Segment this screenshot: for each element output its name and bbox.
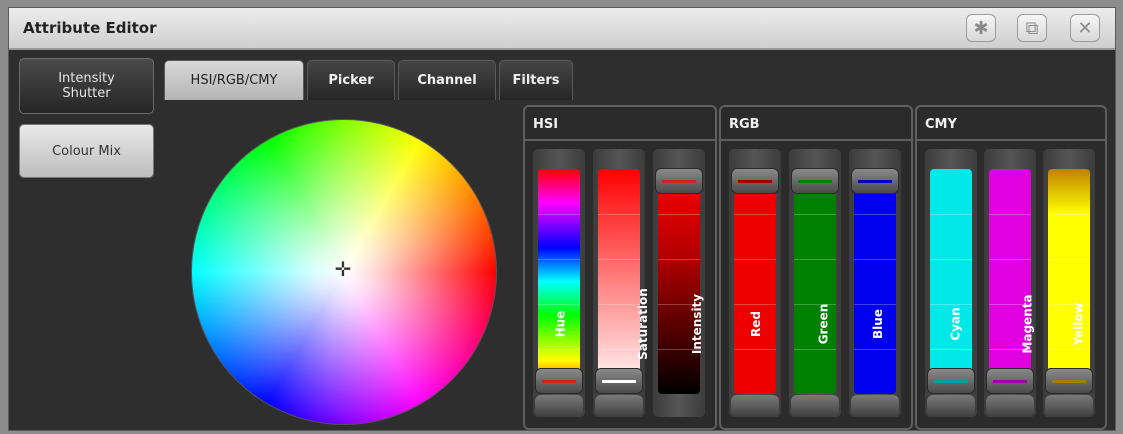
saturation-fader[interactable]: Saturation: [593, 149, 650, 417]
fader-gridline: [794, 214, 836, 215]
yellow-fader[interactable]: Yellow: [1043, 149, 1095, 417]
tab-label: Filters: [512, 73, 560, 88]
fader-label: Green: [816, 303, 831, 345]
panel-title: RGB: [721, 107, 911, 141]
tab-filters[interactable]: Filters: [499, 60, 573, 100]
green-knob[interactable]: [791, 168, 839, 195]
fader-gridline: [989, 214, 1031, 215]
cmy-panel: CMY Cyan Magenta Yellow: [915, 105, 1107, 430]
panel-title: CMY: [917, 107, 1105, 141]
green-fader[interactable]: Green: [789, 149, 841, 417]
tab-hsi-rgb-cmy[interactable]: HSI/RGB/CMY: [164, 60, 304, 100]
fader-gridline: [598, 214, 640, 215]
blue-knob[interactable]: [851, 168, 899, 195]
fader-label: Yellow: [1071, 302, 1086, 346]
fader-endcap: [986, 395, 1034, 417]
fader-endcap: [851, 395, 899, 417]
window-title: Attribute Editor: [23, 19, 157, 37]
tab-picker[interactable]: Picker: [307, 60, 395, 100]
intensity-label-box: Intensity: [667, 259, 704, 389]
tab-label: Picker: [328, 73, 374, 88]
fader-label: Red: [748, 311, 763, 337]
hsi-panel: HSI Hue Saturation Intensity: [523, 105, 717, 430]
magenta-fader[interactable]: Magenta: [984, 149, 1036, 417]
fader-endcap: [595, 395, 643, 417]
red-fader[interactable]: Red: [729, 149, 781, 417]
red-label-box: Red: [743, 259, 767, 389]
sidebar-item-label: Colour Mix: [52, 143, 121, 159]
fader-gridline: [930, 214, 972, 215]
blue-label-box: Blue: [863, 259, 887, 389]
fader-label: Cyan: [948, 307, 963, 341]
crosshair-icon[interactable]: ✛: [332, 258, 354, 280]
fader-endcap: [535, 395, 583, 417]
yellow-knob[interactable]: [1045, 367, 1093, 394]
magenta-knob[interactable]: [986, 367, 1034, 394]
fader-endcap: [731, 395, 779, 417]
tab-channel[interactable]: Channel: [398, 60, 496, 100]
settings-button[interactable]: ✱: [966, 14, 996, 42]
fader-gridline: [658, 214, 700, 215]
close-icon: ✕: [1077, 17, 1093, 39]
panel-title: HSI: [525, 107, 715, 141]
green-label-box: Green: [803, 259, 831, 389]
fader-label: Magenta: [1020, 294, 1035, 354]
close-button[interactable]: ✕: [1070, 14, 1100, 42]
cyan-knob[interactable]: [927, 367, 975, 394]
red-knob[interactable]: [731, 168, 779, 195]
fader-endcap: [927, 395, 975, 417]
fader-endcap: [791, 395, 839, 417]
attribute-editor-window: Attribute Editor ✱ ⧉ ✕ Intensity Shutter…: [8, 7, 1116, 431]
fader-label: Saturation: [635, 288, 650, 360]
fader-gridline: [854, 214, 896, 215]
title-bar: Attribute Editor ✱ ⧉ ✕: [9, 8, 1115, 50]
tab-label: HSI/RGB/CMY: [190, 73, 278, 88]
fader-label: Intensity: [690, 293, 705, 355]
intensity-fader[interactable]: Intensity: [653, 149, 705, 417]
tab-label: Channel: [417, 73, 477, 88]
hue-knob[interactable]: [535, 367, 583, 394]
fader-gridline: [538, 214, 580, 215]
screenshot-button[interactable]: ⧉: [1017, 14, 1047, 42]
frame-icon: ⧉: [1025, 17, 1039, 39]
cyan-fader[interactable]: Cyan: [925, 149, 977, 417]
fader-label: Blue: [870, 309, 885, 339]
saturation-knob[interactable]: [595, 367, 643, 394]
hue-fader[interactable]: Hue: [533, 149, 585, 417]
sidebar-item-label: Intensity Shutter: [58, 71, 115, 101]
intensity-knob[interactable]: [655, 168, 703, 195]
gear-icon: ✱: [973, 17, 989, 39]
fader-label: Hue: [553, 310, 568, 338]
fader-endcap: [1045, 395, 1093, 417]
fader-gridline: [1048, 214, 1090, 215]
sidebar-item-intensity-shutter[interactable]: Intensity Shutter: [19, 58, 154, 114]
fader-gridline: [734, 214, 776, 215]
blue-fader[interactable]: Blue: [849, 149, 901, 417]
sidebar-item-colour-mix[interactable]: Colour Mix: [19, 124, 154, 178]
rgb-panel: RGB Red Green Blue: [719, 105, 913, 430]
